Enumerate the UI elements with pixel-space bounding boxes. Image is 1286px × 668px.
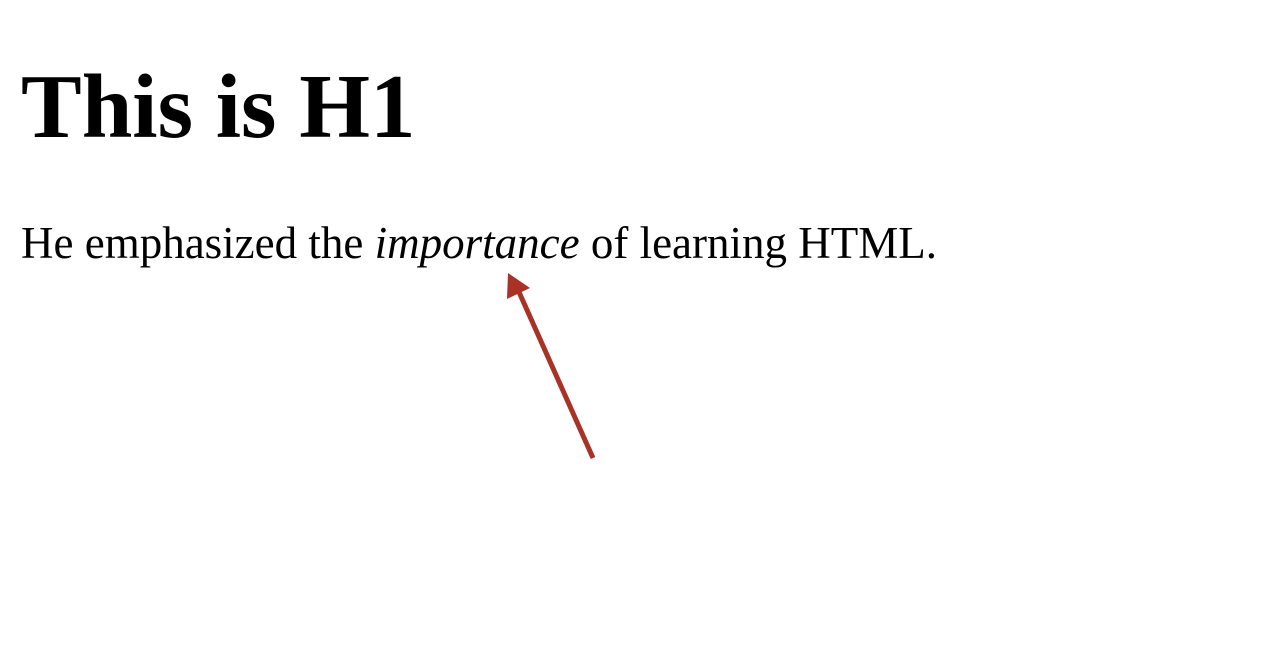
paragraph-text-before: He emphasized the: [21, 218, 375, 268]
page-heading: This is H1: [21, 56, 416, 157]
body-paragraph: He emphasized the importance of learning…: [21, 218, 937, 270]
emphasized-word: importance: [374, 218, 580, 268]
arrow-shaft: [516, 290, 596, 460]
paragraph-text-after: of learning HTML.: [579, 218, 937, 268]
arrow-head: [507, 273, 530, 299]
